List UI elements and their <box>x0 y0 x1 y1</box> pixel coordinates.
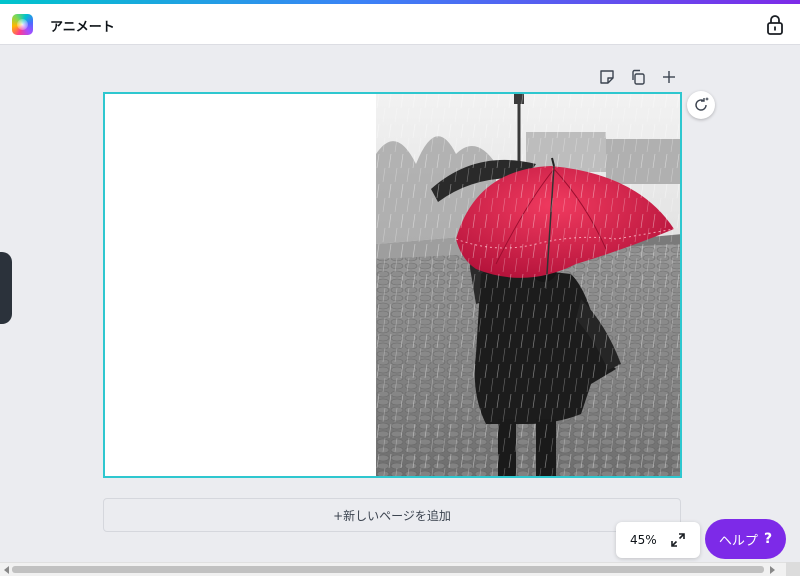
help-label: ヘルプ <box>718 533 758 549</box>
top-bar: アニメート <box>0 4 800 45</box>
zoom-control[interactable]: 45% <box>616 522 700 558</box>
zoom-level[interactable]: 45% <box>630 533 657 547</box>
scrollbar-thumb[interactable] <box>12 566 764 573</box>
add-page-button[interactable]: +新しいページを追加 <box>103 498 681 532</box>
expand-icon[interactable] <box>670 532 686 548</box>
design-canvas-page[interactable] <box>103 92 682 478</box>
scrollbar-corner <box>786 562 800 576</box>
sticky-note-icon[interactable] <box>598 68 616 86</box>
horizontal-scrollbar[interactable] <box>0 562 800 576</box>
help-button[interactable]: ヘルプ ? <box>705 519 786 559</box>
scroll-right-arrow-icon[interactable] <box>770 566 775 574</box>
app-logo-icon[interactable] <box>12 14 33 35</box>
lock-icon[interactable] <box>764 13 786 37</box>
photo-woman-red-umbrella[interactable] <box>376 94 682 476</box>
question-mark-icon: ? <box>763 531 773 547</box>
side-panel-toggle[interactable] <box>0 252 12 324</box>
add-page-icon[interactable] <box>660 68 678 86</box>
page-title: アニメート <box>50 20 115 35</box>
duplicate-page-icon[interactable] <box>629 68 647 86</box>
refresh-sparkle-icon[interactable] <box>687 91 715 119</box>
scroll-left-arrow-icon[interactable] <box>4 566 9 574</box>
